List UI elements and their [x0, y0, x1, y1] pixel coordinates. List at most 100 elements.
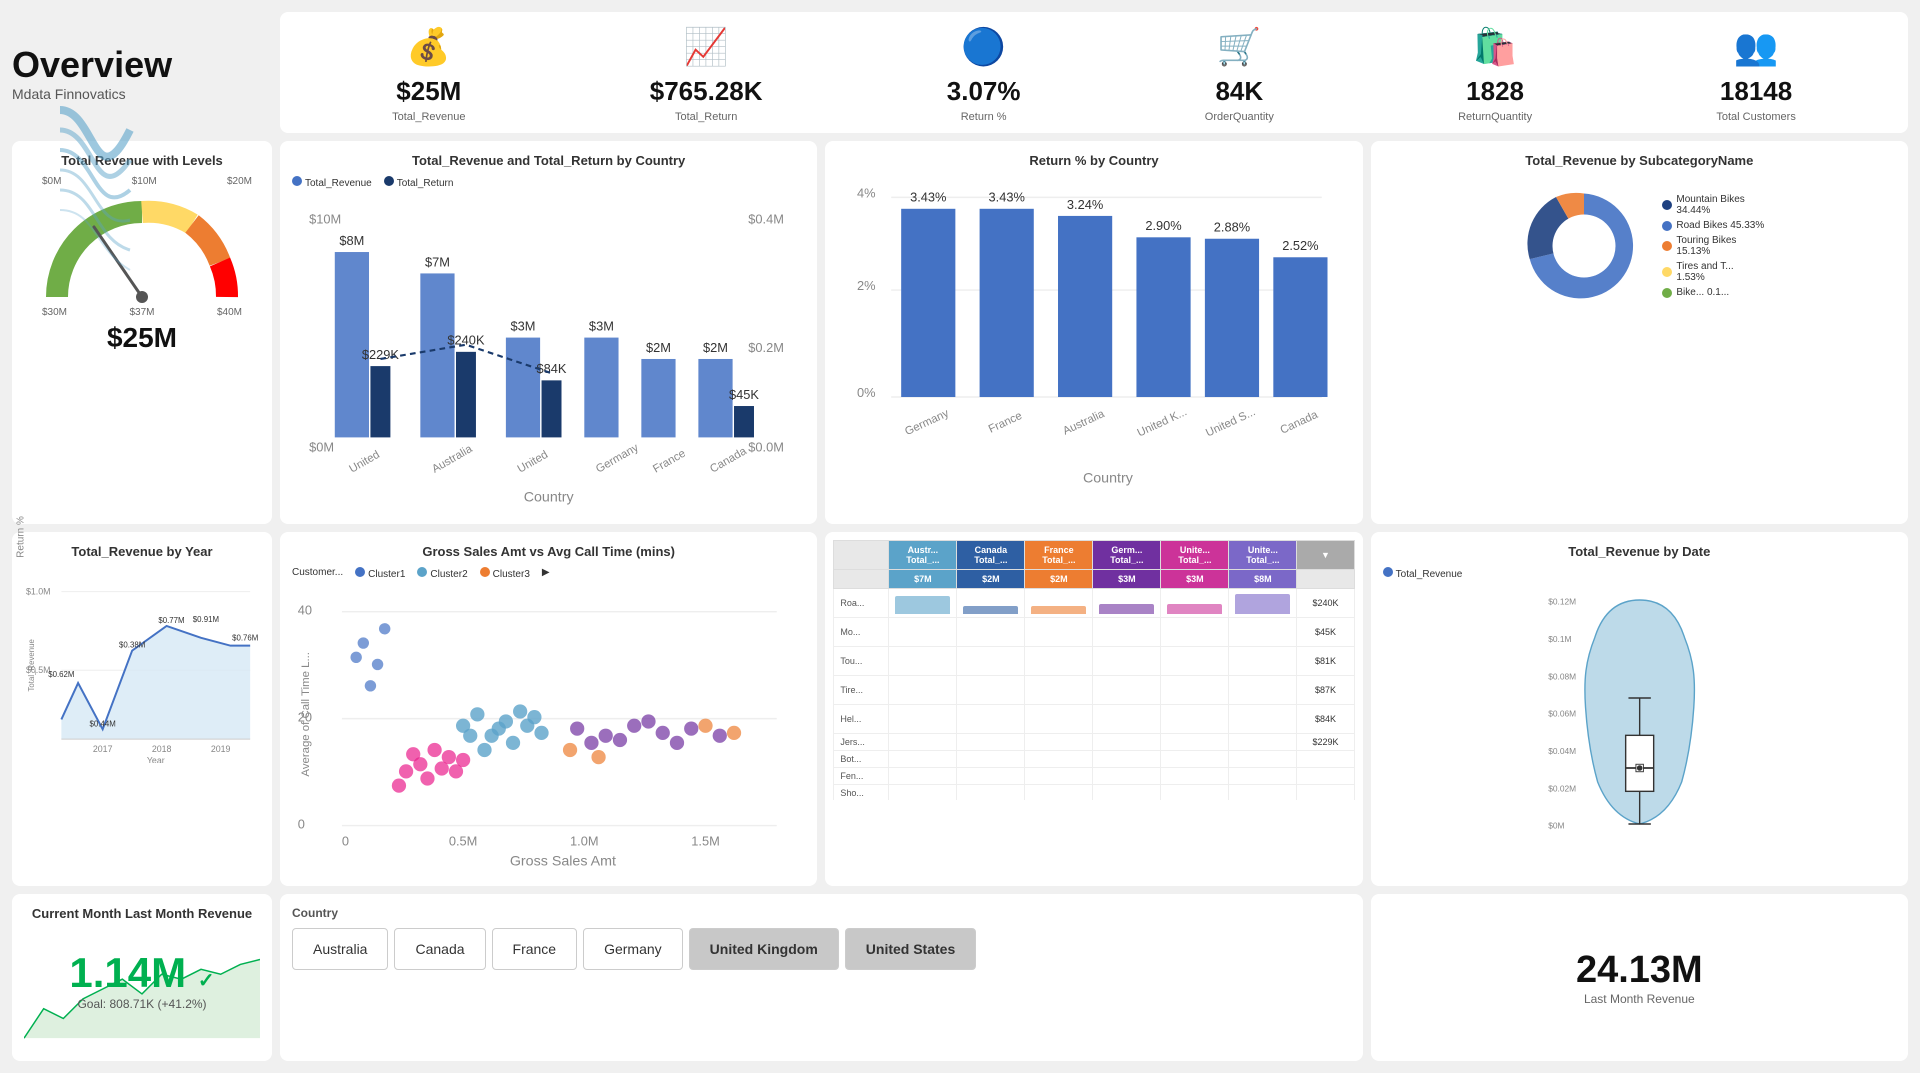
svg-text:40: 40 [298, 602, 312, 617]
svg-text:$0.76M: $0.76M [232, 633, 258, 642]
donut-legend: Mountain Bikes34.44% Road Bikes 45.33% T… [1662, 194, 1764, 298]
matrix-row: Fen... [834, 767, 1354, 784]
svg-text:Country: Country [1083, 471, 1134, 487]
svg-text:$0.62M: $0.62M [48, 670, 74, 679]
svg-text:2017: 2017 [93, 744, 113, 754]
svg-text:$0M: $0M [1548, 820, 1564, 830]
kpi-item: 🛒 84K OrderQuantity [1205, 22, 1274, 123]
violin-legend: Total_Revenue [1383, 567, 1896, 580]
bar-chart-title: Total_Revenue and Total_Return by Countr… [292, 153, 805, 168]
kpi-label: Return % [961, 111, 1007, 123]
matrix-row: Sho... [834, 784, 1354, 800]
svg-text:$7M: $7M [425, 254, 450, 269]
svg-text:$1.0M: $1.0M [26, 586, 51, 596]
kpi-label: Total Customers [1716, 111, 1795, 123]
matrix-table: Austr...Total_... CanadaTotal_... France… [833, 540, 1354, 800]
svg-text:$2M: $2M [703, 340, 728, 355]
country-button[interactable]: Germany [583, 928, 683, 970]
svg-text:$0.08M: $0.08M [1548, 671, 1576, 681]
kpi-item: 🛍️ 1828 ReturnQuantity [1458, 22, 1532, 123]
country-button[interactable]: France [492, 928, 578, 970]
current-month-value: 1.14M ✓ [24, 949, 260, 997]
last-month-section: 24.13M Last Month Revenue [1371, 894, 1908, 1061]
svg-text:0.5M: 0.5M [449, 833, 478, 848]
svg-text:United K...: United K... [1136, 406, 1189, 439]
svg-text:1.0M: 1.0M [570, 833, 599, 848]
svg-text:$0.0M: $0.0M [748, 440, 784, 455]
svg-text:2.90%: 2.90% [1146, 218, 1182, 233]
return-country-section: Return % by Country 4% 2% 0% 3.43% 3.43%… [825, 141, 1362, 524]
page-subtitle: Mdata Finnovatics [12, 86, 272, 102]
svg-text:3.43%: 3.43% [989, 190, 1025, 205]
last-month-label: Last Month Revenue [1584, 992, 1695, 1006]
svg-text:2.88%: 2.88% [1214, 220, 1250, 235]
svg-text:France: France [987, 410, 1024, 436]
svg-text:Average of Call Time L...: Average of Call Time L... [300, 652, 312, 777]
svg-text:3.24%: 3.24% [1067, 197, 1103, 212]
last-month-value: 24.13M [1576, 949, 1703, 992]
bar-chart-section: Total_Revenue and Total_Return by Countr… [280, 141, 817, 524]
svg-text:2019: 2019 [211, 744, 231, 754]
kpi-value: $25M [396, 76, 461, 107]
svg-text:$2M: $2M [646, 340, 671, 355]
matrix-row: Mo... $45K [834, 617, 1354, 646]
bar-chart-svg: $10M $0M $0.4M $0.2M $0.0M $8M $229K $7M… [292, 195, 805, 509]
svg-text:$0.02M: $0.02M [1548, 783, 1576, 793]
country-button[interactable]: United States [845, 928, 976, 970]
svg-text:2.52%: 2.52% [1283, 238, 1319, 253]
svg-text:0: 0 [342, 833, 349, 848]
country-filter-section: Country AustraliaCanadaFranceGermanyUnit… [280, 894, 1363, 1061]
svg-text:Germany: Germany [594, 442, 641, 476]
current-month-title: Current Month Last Month Revenue [24, 906, 260, 921]
gauge-title: Total Revenue with Levels [61, 153, 223, 168]
kpi-icon: 👥 [1734, 22, 1779, 72]
revenue-year-svg: $1.0M $0.5M $0.62M $0.44M $0.38M $0.77M … [24, 567, 260, 764]
svg-text:Year: Year [147, 755, 165, 763]
svg-text:France: France [651, 448, 688, 476]
country-button[interactable]: Australia [292, 928, 388, 970]
kpi-item: 🔵 3.07% Return % [947, 22, 1021, 123]
gauge-value: $25M [107, 322, 177, 354]
svg-text:$0.77M: $0.77M [158, 616, 184, 625]
svg-text:3.43%: 3.43% [910, 190, 946, 205]
matrix-row: Roa... $240K [834, 588, 1354, 617]
current-month-section: Current Month Last Month Revenue 1.14M ✓… [12, 894, 272, 1061]
svg-text:Australia: Australia [1062, 408, 1108, 438]
kpi-item: 👥 18148 Total Customers [1716, 22, 1795, 123]
kpi-value: $765.28K [650, 76, 763, 107]
matrix-row: Jers... $229K [834, 733, 1354, 750]
kpi-label: ReturnQuantity [1458, 111, 1532, 123]
scatter-svg: 40 20 0 [292, 586, 805, 871]
country-button[interactable]: United Kingdom [689, 928, 839, 970]
svg-text:4%: 4% [857, 185, 876, 200]
matrix-row: Tou... $81K [834, 646, 1354, 675]
kpi-value: 84K [1215, 76, 1263, 107]
kpi-value: 3.07% [947, 76, 1021, 107]
matrix-section: Austr...Total_... CanadaTotal_... France… [825, 532, 1362, 886]
kpi-row: 💰 $25M Total_Revenue 📈 $765.28K Total_Re… [280, 12, 1908, 133]
kpi-icon: 📈 [684, 22, 729, 72]
scatter-title: Gross Sales Amt vs Avg Call Time (mins) [292, 544, 805, 559]
svg-text:$0.1M: $0.1M [1548, 634, 1571, 644]
svg-text:$0.91M: $0.91M [193, 615, 219, 624]
kpi-icon: 🔵 [961, 22, 1006, 72]
kpi-value: 18148 [1720, 76, 1792, 107]
svg-text:0: 0 [298, 816, 305, 831]
svg-text:$240K: $240K [447, 333, 485, 348]
kpi-label: OrderQuantity [1205, 111, 1274, 123]
svg-text:$0.4M: $0.4M [748, 212, 784, 227]
svg-text:Gross Sales Amt: Gross Sales Amt [510, 853, 616, 869]
svg-text:$0.04M: $0.04M [1548, 746, 1576, 756]
kpi-value: 1828 [1466, 76, 1524, 107]
gauge-container [42, 197, 242, 307]
donut-svg [1514, 176, 1654, 316]
svg-text:2018: 2018 [152, 744, 172, 754]
donut-section: Total_Revenue by SubcategoryName Mountai… [1371, 141, 1908, 524]
gauge-section: Total Revenue with Levels $0M $10M $20M [12, 141, 272, 524]
svg-text:2%: 2% [857, 278, 876, 293]
kpi-item: 💰 $25M Total_Revenue [392, 22, 465, 123]
svg-text:$0.38M: $0.38M [119, 640, 145, 649]
svg-text:1.5M: 1.5M [691, 833, 720, 848]
country-button[interactable]: Canada [394, 928, 485, 970]
bar-chart-legend: Total_Revenue Total_Return [292, 176, 805, 189]
